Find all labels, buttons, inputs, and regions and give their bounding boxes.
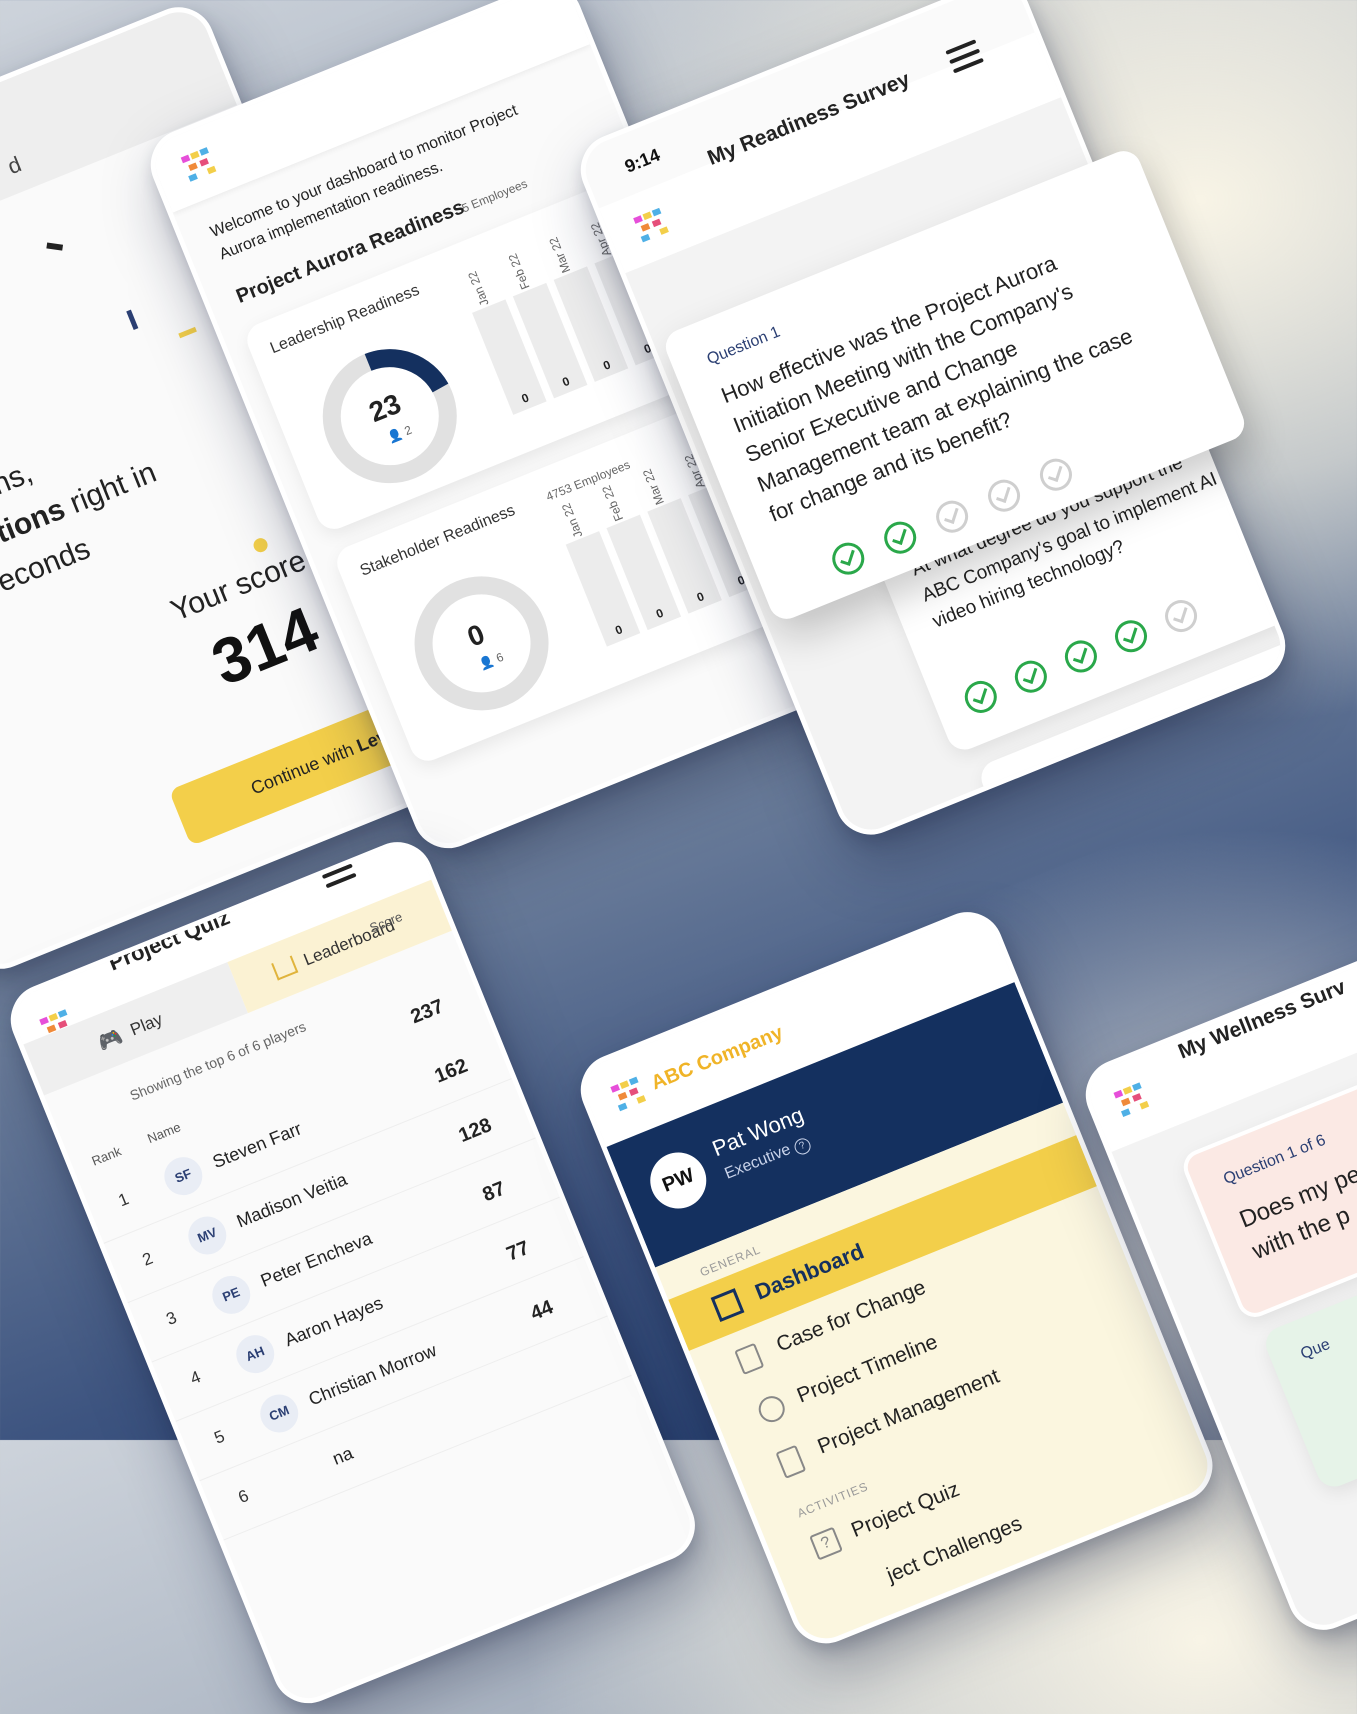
help-icon[interactable]: ? bbox=[791, 1136, 813, 1157]
document-icon bbox=[734, 1342, 765, 1376]
menu-icon[interactable] bbox=[945, 39, 984, 74]
clipboard-icon bbox=[775, 1444, 807, 1479]
rating-check-icon[interactable] bbox=[879, 516, 922, 559]
page-title: My Readiness Survey bbox=[704, 67, 914, 170]
clock-icon bbox=[754, 1392, 789, 1427]
rating-check-icon[interactable] bbox=[1035, 453, 1077, 496]
avatar: CM bbox=[254, 1388, 304, 1439]
app-logo-icon bbox=[180, 147, 217, 182]
rating-check-icon[interactable] bbox=[1110, 615, 1152, 658]
month-label: Feb 22 bbox=[505, 251, 533, 292]
confetti bbox=[251, 536, 270, 555]
status-bar-time: 9:14 bbox=[621, 144, 663, 177]
rating-check-icon[interactable] bbox=[1010, 655, 1052, 698]
app-logo-icon bbox=[1113, 1082, 1150, 1117]
month-label: Feb 22 bbox=[599, 483, 627, 524]
rank-cell: 1 bbox=[115, 1189, 132, 1211]
question-label: Que bbox=[1298, 1335, 1333, 1363]
rating-check-icon[interactable] bbox=[827, 537, 870, 580]
tab-label: Play bbox=[127, 1009, 166, 1040]
month-label: Jan 22 bbox=[558, 501, 586, 540]
question-label: Question 3 bbox=[1011, 746, 1090, 791]
confetti bbox=[178, 326, 197, 339]
avatar: PE bbox=[206, 1270, 257, 1320]
player-name: na bbox=[329, 1442, 356, 1469]
rank-cell: 2 bbox=[139, 1248, 156, 1270]
column-header-name: Name bbox=[145, 1119, 183, 1147]
month-label: Mar 22 bbox=[639, 466, 667, 507]
quiz-icon: ? bbox=[809, 1526, 843, 1561]
rank-cell: 4 bbox=[187, 1367, 204, 1389]
avatar: MV bbox=[182, 1210, 233, 1261]
player-score: 237 bbox=[407, 995, 447, 1029]
rank-cell: 5 bbox=[211, 1426, 228, 1448]
rating-check-icon[interactable] bbox=[959, 676, 1002, 718]
app-logo-icon bbox=[610, 1076, 647, 1112]
page-title: Dashboard bbox=[284, 18, 401, 86]
avatar: AH bbox=[230, 1329, 280, 1379]
project-quiz-phone: Project Quiz 🎮 Play Leaderboard Showing … bbox=[0, 831, 706, 1714]
gamepad-icon: 🎮 bbox=[95, 1025, 127, 1056]
player-name: Steven Farr bbox=[209, 1118, 305, 1173]
rating-check-icon[interactable] bbox=[983, 474, 1025, 517]
menu-icon[interactable] bbox=[318, 854, 357, 889]
rating-check-icon[interactable] bbox=[1160, 595, 1202, 637]
app-logo-icon bbox=[633, 207, 669, 243]
confetti bbox=[46, 242, 64, 251]
dashboard-icon bbox=[710, 1288, 745, 1323]
rank-cell: 3 bbox=[163, 1307, 180, 1330]
month-label: Mar 22 bbox=[546, 235, 574, 276]
leadership-employees: 5 Employees bbox=[459, 176, 530, 216]
rank-cell: 6 bbox=[235, 1485, 252, 1508]
column-header-rank: Rank bbox=[89, 1143, 124, 1169]
month-label: Jan 22 bbox=[465, 269, 492, 308]
page-title: My Wellness Surv bbox=[1174, 975, 1349, 1064]
confetti bbox=[126, 309, 139, 331]
rating-check-icon[interactable] bbox=[1060, 635, 1102, 678]
rating-check-icon[interactable] bbox=[931, 495, 973, 538]
leaderboard-icon bbox=[271, 955, 299, 981]
result-message: tions, stions right in econds bbox=[0, 407, 181, 605]
avatar[interactable]: PW bbox=[641, 1144, 715, 1217]
avatar: SF bbox=[158, 1151, 209, 1201]
